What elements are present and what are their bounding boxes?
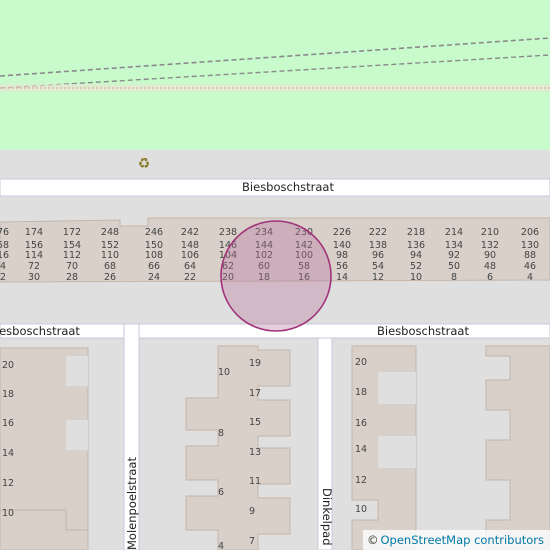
house-number-label: 32 <box>0 272 6 283</box>
house-number-label: 72 <box>28 261 40 272</box>
house-number-label: 88 <box>524 250 536 261</box>
location-marker[interactable] <box>220 220 332 332</box>
park-area <box>0 0 550 150</box>
copyright-symbol: © <box>366 533 379 547</box>
house-number-label: 9 <box>249 506 255 517</box>
house-number-label: 112 <box>63 250 81 261</box>
house-number-label: 222 <box>369 227 387 238</box>
house-number-label: 98 <box>336 250 348 261</box>
house-number-label: 19 <box>249 358 261 369</box>
house-number-label: 218 <box>407 227 425 238</box>
house-number-label: 92 <box>448 250 460 261</box>
house-number-label: 10 <box>355 504 367 515</box>
house-number-label: 10 <box>410 272 422 283</box>
house-number-label: 214 <box>445 227 463 238</box>
house-number-label: 114 <box>25 250 43 261</box>
house-number-label: 48 <box>484 261 496 272</box>
house-number-label: 176 <box>0 227 9 238</box>
house-number-label: 11 <box>249 476 261 487</box>
house-number-label: 22 <box>184 272 196 283</box>
house-number-label: 90 <box>484 250 496 261</box>
house-number-label: 6 <box>218 487 224 498</box>
attribution-link[interactable]: OpenStreetMap contributors <box>380 533 544 547</box>
house-number-label: 246 <box>145 227 163 238</box>
house-number-label: 28 <box>66 272 78 283</box>
house-number-label: 14 <box>2 448 14 459</box>
house-number-label: 116 <box>0 250 9 261</box>
house-number-label: 46 <box>524 261 536 272</box>
house-number-label: 242 <box>181 227 199 238</box>
street-label-top: Biesboschstraat <box>242 180 334 194</box>
house-number-label: 14 <box>336 272 348 283</box>
house-number-label: 174 <box>25 227 43 238</box>
house-number-label: 12 <box>372 272 384 283</box>
house-number-label: 20 <box>355 357 367 368</box>
house-number-label: 238 <box>219 227 237 238</box>
house-number-label: 12 <box>355 475 367 486</box>
house-number-label: 226 <box>333 227 351 238</box>
house-number-label: 94 <box>410 250 422 261</box>
house-number-label: 96 <box>372 250 384 261</box>
house-number-label: 66 <box>148 261 160 272</box>
house-number-label: 6 <box>487 272 493 283</box>
house-number-label: 13 <box>249 447 261 458</box>
house-number-label: 64 <box>184 261 196 272</box>
house-number-label: 7 <box>249 536 255 547</box>
house-number-label: 10 <box>2 508 14 519</box>
house-number-label: 16 <box>2 418 14 429</box>
house-number-label: 30 <box>28 272 40 283</box>
map-canvas[interactable]: Biesboschstraat ♻ Biesboschstraat Biesbo… <box>0 0 550 550</box>
house-number-label: 8 <box>451 272 457 283</box>
house-number-label: 24 <box>148 272 160 283</box>
attribution-bar: © OpenStreetMap contributors <box>362 530 550 550</box>
house-number-label: 248 <box>101 227 119 238</box>
house-number-label: 26 <box>104 272 116 283</box>
house-number-label: 17 <box>249 388 261 399</box>
house-number-label: 56 <box>336 261 348 272</box>
street-label-bottom-left: Molenpoelstraat <box>125 457 139 550</box>
house-number-label: 8 <box>218 428 224 439</box>
house-number-label: 172 <box>63 227 81 238</box>
house-number-label: 12 <box>2 478 14 489</box>
house-number-label: 210 <box>481 227 499 238</box>
house-number-label: 10 <box>218 367 230 378</box>
house-number-label: 74 <box>0 261 6 272</box>
street-label-bottom-mid: Dinkelpad <box>320 488 334 546</box>
house-number-label: 50 <box>448 261 460 272</box>
house-number-label: 16 <box>355 418 367 429</box>
house-number-label: 206 <box>521 227 539 238</box>
house-number-label: 14 <box>355 444 367 455</box>
street-label-middle-left: Biesboschstraat <box>0 324 80 338</box>
house-number-label: 68 <box>104 261 116 272</box>
house-number-label: 54 <box>372 261 384 272</box>
house-number-label: 70 <box>66 261 78 272</box>
house-number-label: 20 <box>2 360 14 371</box>
house-number-label: 106 <box>181 250 199 261</box>
park-path <box>0 84 550 92</box>
house-number-label: 110 <box>101 250 119 261</box>
house-number-label: 108 <box>145 250 163 261</box>
house-number-label: 4 <box>527 272 533 283</box>
house-number-label: 52 <box>410 261 422 272</box>
house-number-label: 4 <box>218 541 224 550</box>
house-number-label: 18 <box>2 389 14 400</box>
street-label-middle-right: Biesboschstraat <box>377 324 469 338</box>
house-number-label: 18 <box>355 387 367 398</box>
recycling-icon[interactable]: ♻ <box>138 156 151 172</box>
house-number-label: 15 <box>249 417 261 428</box>
